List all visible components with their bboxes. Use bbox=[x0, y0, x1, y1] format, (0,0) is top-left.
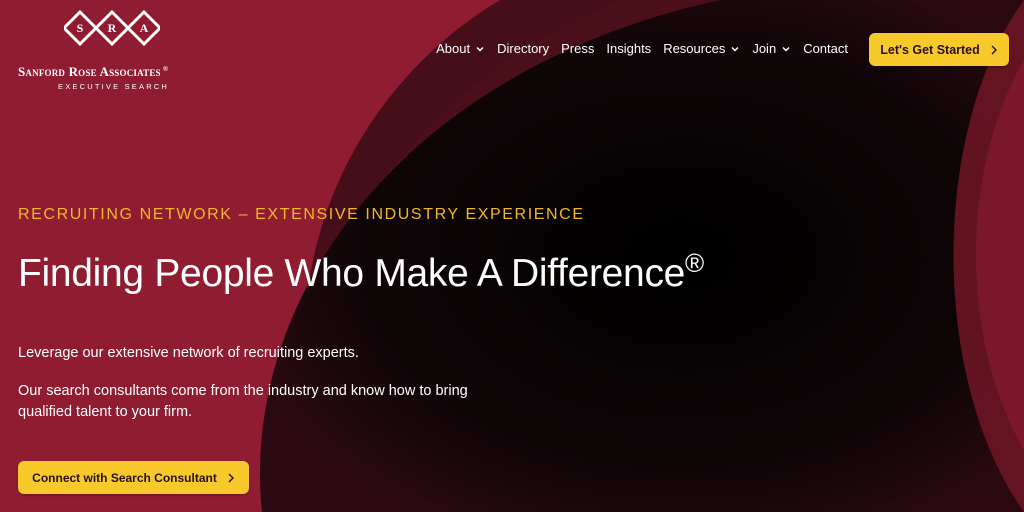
logo-letter-a: A bbox=[140, 21, 149, 35]
nav-press[interactable]: Press bbox=[555, 41, 600, 56]
nav-about-label: About bbox=[436, 41, 471, 56]
nav-contact[interactable]: Contact bbox=[797, 41, 854, 56]
nav-resources-label: Resources bbox=[663, 41, 726, 56]
nav-join-label: Join bbox=[752, 41, 777, 56]
registered-mark: ® bbox=[162, 64, 169, 73]
lets-get-started-label: Let's Get Started bbox=[880, 42, 980, 57]
main-navigation: About Directory Press Insights Resources… bbox=[430, 41, 854, 56]
nav-press-label: Press bbox=[561, 41, 595, 56]
connect-consultant-label: Connect with Search Consultant bbox=[32, 470, 217, 485]
brand-name: Sanford Rose Associates ® bbox=[18, 64, 210, 80]
chevron-down-icon bbox=[782, 46, 790, 52]
headline-registered-mark: ® bbox=[685, 248, 704, 278]
nav-insights[interactable]: Insights bbox=[600, 41, 657, 56]
hero-headline: Finding People Who Make A Difference® bbox=[18, 248, 704, 296]
nav-join[interactable]: Join bbox=[746, 41, 797, 56]
chevron-right-icon bbox=[228, 473, 234, 482]
chevron-right-icon bbox=[991, 45, 997, 54]
nav-about[interactable]: About bbox=[430, 41, 491, 56]
hero-eyebrow: RECRUITING NETWORK – EXTENSIVE INDUSTRY … bbox=[18, 206, 585, 223]
sra-diamonds-icon: S R A bbox=[64, 9, 160, 47]
nav-directory[interactable]: Directory bbox=[491, 41, 555, 56]
hero-paragraph-1: Leverage our extensive network of recrui… bbox=[18, 345, 359, 361]
brand-tagline: EXECUTIVE SEARCH bbox=[58, 82, 170, 91]
nav-insights-label: Insights bbox=[606, 41, 652, 56]
hero-paragraph-2: Our search consultants come from the ind… bbox=[18, 383, 468, 420]
nav-directory-label: Directory bbox=[497, 41, 550, 56]
brand-name-text: Sanford Rose Associates bbox=[18, 64, 161, 79]
connect-consultant-button[interactable]: Connect with Search Consultant bbox=[18, 461, 249, 494]
chevron-down-icon bbox=[476, 46, 484, 52]
logo-letter-r: R bbox=[108, 21, 117, 35]
lets-get-started-button[interactable]: Let's Get Started bbox=[869, 33, 1009, 66]
chevron-down-icon bbox=[731, 46, 739, 52]
hero-headline-text: Finding People Who Make A Difference bbox=[18, 252, 686, 295]
brand-logo[interactable]: S R A Sanford Rose Associates ® EXECUTIVE… bbox=[18, 8, 210, 91]
logo-letter-s: S bbox=[77, 21, 84, 35]
nav-contact-label: Contact bbox=[803, 41, 848, 56]
nav-resources[interactable]: Resources bbox=[657, 41, 746, 56]
